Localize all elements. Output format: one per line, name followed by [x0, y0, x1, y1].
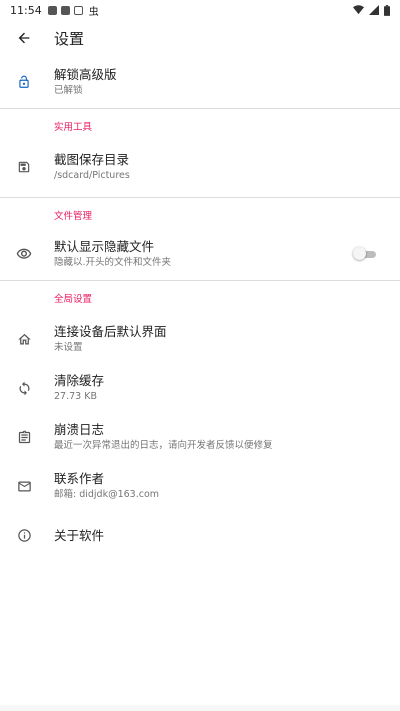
setting-unlock-premium[interactable]: 解锁高级版 已解锁: [0, 56, 400, 108]
section-header-tools: 实用工具: [54, 122, 93, 133]
setting-subtitle: /sdcard/Pictures: [54, 169, 130, 181]
clipboard-icon: [18, 430, 30, 444]
setting-crash-log[interactable]: 崩溃日志 最近一次异常退出的日志，请向开发者反馈以便修复: [0, 413, 400, 462]
home-icon: [17, 333, 31, 345]
setting-subtitle: 最近一次异常退出的日志，请向开发者反馈以便修复: [54, 440, 273, 451]
app-bar: 设置: [0, 20, 400, 56]
setting-subtitle: 隐藏以.开头的文件和文件夹: [54, 256, 172, 268]
setting-contact-author[interactable]: 联系作者 邮箱: didjdk@163.com: [0, 462, 400, 511]
sync-icon: [19, 381, 29, 396]
notification-icon: [73, 5, 83, 15]
section-header-file-management: 文件管理: [54, 211, 93, 222]
navigation-bar: [0, 705, 400, 711]
signal-icon: [369, 5, 379, 15]
setting-title: 默认显示隐藏文件: [54, 238, 155, 254]
setting-title: 解锁高级版: [54, 66, 117, 82]
setting-title: 联系作者: [54, 471, 105, 486]
battery-icon: [384, 4, 390, 16]
setting-title: 截图保存目录: [54, 151, 130, 167]
setting-title: 崩溃日志: [54, 422, 105, 437]
setting-clear-cache[interactable]: 清除缓存 27.73 KB: [0, 364, 400, 413]
save-icon: [18, 161, 30, 173]
setting-about[interactable]: 关于软件: [0, 511, 400, 560]
setting-subtitle: 27.73 KB: [54, 391, 97, 402]
section-header-global: 全局设置: [54, 294, 93, 305]
status-bar: 11:54 虫: [0, 0, 400, 20]
eye-icon: [16, 248, 32, 259]
arrow-back-icon: [18, 32, 30, 44]
setting-title: 关于软件: [54, 527, 105, 543]
setting-title: 连接设备后默认界面: [54, 324, 167, 339]
notification-icon: [47, 5, 57, 15]
setting-subtitle: 未设置: [54, 342, 83, 353]
notification-icon: [60, 5, 70, 15]
page-title: 设置: [54, 29, 85, 48]
bug-icon: 虫: [88, 6, 99, 18]
setting-subtitle: 邮箱: didjdk@163.com: [54, 489, 160, 500]
back-button[interactable]: [0, 20, 48, 56]
wifi-icon: [353, 5, 364, 15]
setting-screenshot-dir[interactable]: 截图保存目录 /sdcard/Pictures: [0, 143, 400, 191]
info-icon: [17, 529, 31, 542]
setting-show-hidden-files[interactable]: 默认显示隐藏文件 隐藏以.开头的文件和文件夹: [0, 232, 400, 276]
show-hidden-toggle[interactable]: [353, 247, 376, 260]
setting-subtitle: 已解锁: [54, 84, 83, 96]
lock-open-icon: [19, 75, 29, 88]
setting-default-screen[interactable]: 连接设备后默认界面 未设置: [0, 315, 400, 364]
setting-title: 清除缓存: [54, 373, 105, 388]
mail-icon: [17, 481, 31, 492]
status-time: 11:54: [10, 3, 42, 17]
